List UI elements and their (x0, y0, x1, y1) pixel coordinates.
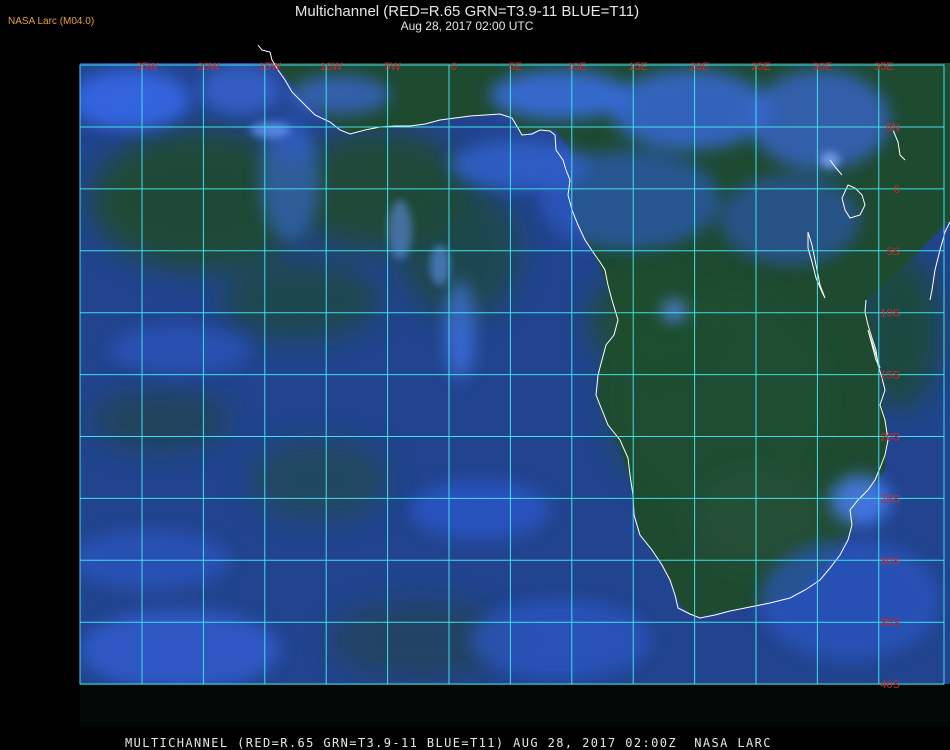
map-bottom-strip (80, 684, 950, 726)
longitude-label: 30E (813, 61, 833, 73)
footer-caption: MULTICHANNEL (RED=R.65 GRN=T3.9-11 BLUE=… (125, 736, 772, 750)
longitude-label: 10E (567, 61, 587, 73)
latitude-label: 25S (880, 493, 900, 505)
latitude-label: 40S (880, 679, 900, 691)
longitude-label: 20E (690, 61, 710, 73)
longitude-label: 15W (258, 61, 281, 73)
latitude-label: 0 (894, 184, 900, 196)
satellite-image: 25W 20W 15W 10W 5W 0 5E 10E 15E 20E 25E 30E 35E 5N 0 5… (79, 44, 950, 726)
longitude-label: 0 (451, 61, 457, 73)
longitude-label: 25E (751, 61, 771, 73)
latitude-label: 5N (886, 122, 900, 134)
longitude-label: 35E (874, 61, 894, 73)
latitude-label: 15S (880, 370, 900, 382)
longitude-label: 20W (197, 61, 220, 73)
longitude-label: 15E (628, 61, 648, 73)
longitude-label: 10W (320, 61, 343, 73)
longitude-label: 5W (384, 61, 401, 73)
longitude-label: 25W (136, 61, 159, 73)
latitude-label: 30S (880, 555, 900, 567)
latitude-label: 35S (880, 617, 900, 629)
latitude-label: 5S (887, 246, 900, 258)
latitude-label: 20S (880, 432, 900, 444)
latitude-label: 10S (880, 308, 900, 320)
longitude-label: 5E (509, 61, 522, 73)
